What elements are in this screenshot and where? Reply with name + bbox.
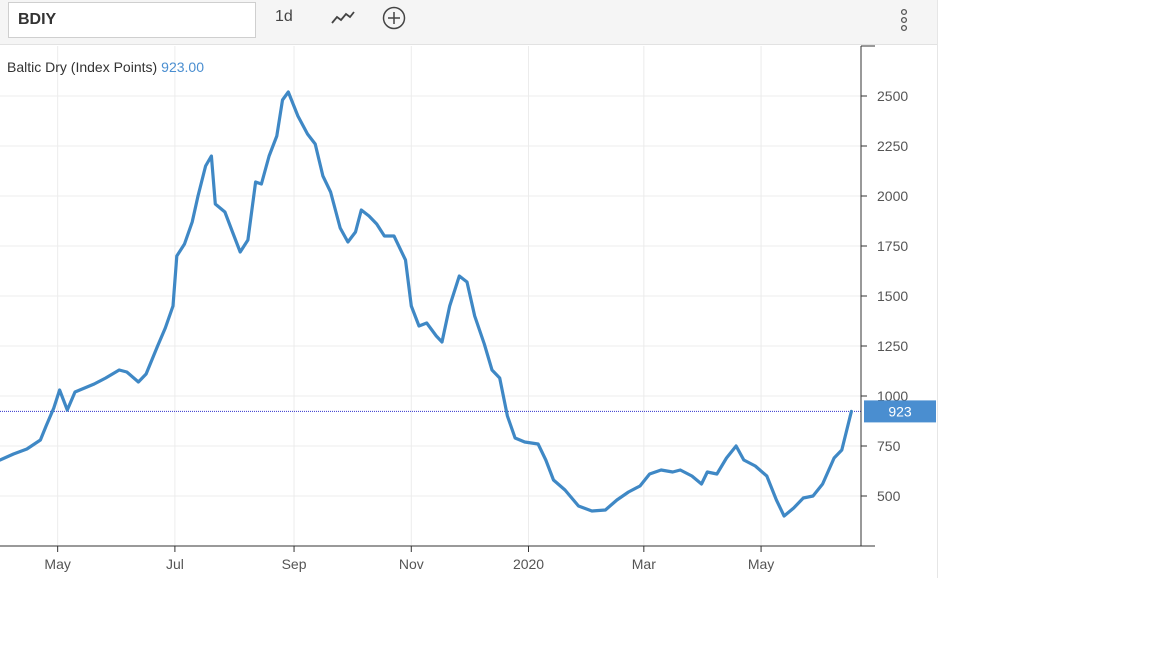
- y-tick-label: 500: [877, 488, 901, 504]
- x-tick-label: 2020: [513, 556, 544, 572]
- y-tick-label: 2250: [877, 138, 908, 154]
- series-layer: [0, 90, 854, 518]
- legend-last-value: 923.00: [161, 59, 204, 75]
- price-marker-layer: 923: [864, 400, 936, 423]
- legend-series-name: Baltic Dry (Index Points): [7, 59, 158, 75]
- grid: [0, 46, 861, 546]
- chart-widget: 1d 5007501000125015001750200022502500Ma: [0, 0, 938, 578]
- x-tick-label: Nov: [399, 556, 424, 572]
- y-tick-label: 1250: [877, 338, 908, 354]
- x-tick-label: Jul: [166, 556, 184, 572]
- line-chart: 5007501000125015001750200022502500May Jul…: [0, 45, 936, 572]
- x-tick-label: Sep: [282, 556, 307, 572]
- x-tick-label: Mar: [632, 556, 656, 572]
- x-tick-label: May: [44, 556, 70, 572]
- y-tick-label: 1750: [877, 238, 908, 254]
- y-tick-label: 2000: [877, 188, 908, 204]
- series-line: [0, 90, 854, 518]
- y-tick-label: 1500: [877, 288, 908, 304]
- y-tick-label: 750: [877, 438, 901, 454]
- chart-legend: Baltic Dry (Index Points) 923.00: [7, 59, 204, 75]
- x-tick-label: May: [748, 556, 774, 572]
- price-marker-label: 923: [888, 403, 912, 419]
- y-tick-label: 2500: [877, 88, 908, 104]
